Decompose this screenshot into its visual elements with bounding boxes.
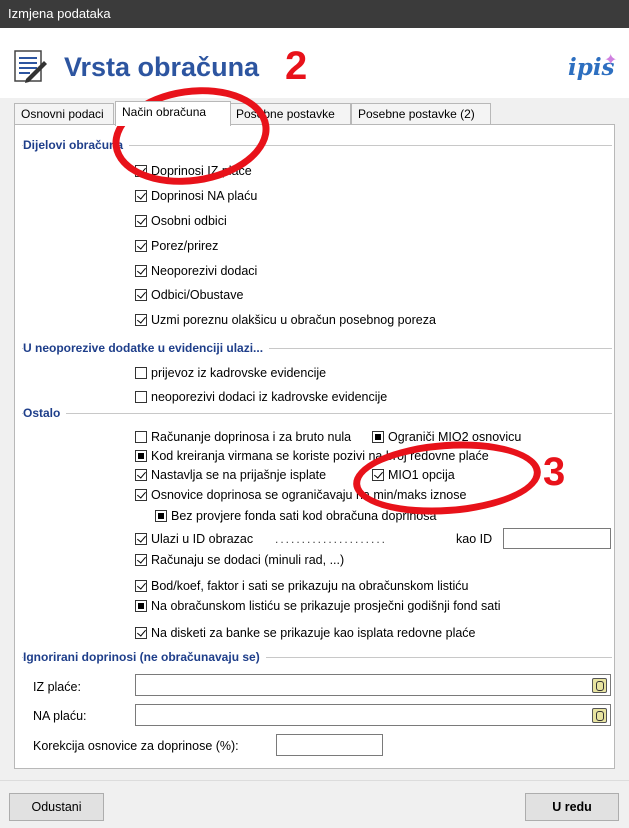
ok-button[interactable]: U redu bbox=[525, 793, 619, 821]
kao-id-label: kao ID bbox=[456, 532, 493, 546]
group-divider bbox=[22, 413, 612, 414]
annotation-number-3: 3 bbox=[543, 450, 566, 494]
tab-nacin-obracuna[interactable]: Način obračuna bbox=[115, 101, 231, 126]
leader-dots: ..................... bbox=[275, 532, 388, 546]
na-placu-label: NA plaću: bbox=[33, 709, 87, 723]
checkbox-ulazi-id-obrazac[interactable]: Ulazi u ID obrazac bbox=[135, 530, 253, 548]
tab-posebne-postavke-2[interactable]: Posebne postavke (2) bbox=[351, 103, 491, 124]
tab-posebne-postavke[interactable]: Posebne postavke bbox=[229, 103, 351, 124]
checkbox-bod-koef[interactable]: Bod/koef, faktor i sati se prikazuju na … bbox=[135, 577, 469, 595]
kao-id-input[interactable] bbox=[503, 528, 611, 549]
page-title: Vrsta obračuna bbox=[64, 52, 260, 82]
checkbox-neoporezivi-dodaci[interactable]: Neoporezivi dodaci bbox=[135, 262, 257, 280]
window-titlebar: Izmjena podataka bbox=[0, 0, 629, 28]
checkbox-neoporezivi-kadrovske[interactable]: neoporezivi dodaci iz kadrovske evidenci… bbox=[135, 388, 387, 406]
group-label-ostalo: Ostalo bbox=[23, 406, 67, 420]
korekcija-input[interactable] bbox=[276, 734, 383, 756]
korekcija-label: Korekcija osnovice za doprinose (%): bbox=[33, 739, 239, 753]
group-label-ignorirani: Ignorirani doprinosi (ne obračunavaju se… bbox=[23, 650, 266, 664]
checkbox-kod-kreiranja-virmana[interactable]: Kod kreiranja virmana se koriste pozivi … bbox=[135, 447, 489, 465]
checkbox-mio1-opcija[interactable]: MIO1 opcija bbox=[372, 466, 455, 484]
cancel-button[interactable]: Odustani bbox=[9, 793, 104, 821]
checkbox-porez-prirez[interactable]: Porez/prirez bbox=[135, 237, 218, 255]
checkbox-bez-provjere-fonda[interactable]: Bez provjere fonda sati kod obračuna dop… bbox=[155, 507, 436, 525]
browse-icon[interactable] bbox=[592, 678, 607, 693]
checkbox-prosjecni-fond-sati[interactable]: Na obračunskom listiću se prikazuje pros… bbox=[135, 597, 500, 615]
checkbox-osobni-odbici[interactable]: Osobni odbici bbox=[135, 212, 227, 230]
checkbox-racunaju-dodaci[interactable]: Računaju se dodaci (minuli rad, ...) bbox=[135, 551, 344, 569]
na-placu-input[interactable] bbox=[135, 704, 611, 726]
checkbox-doprinosi-na-placu[interactable]: Doprinosi NA plaću bbox=[135, 187, 257, 205]
browse-icon[interactable] bbox=[592, 708, 607, 723]
group-label-neoporezive: U neoporezive dodatke u evidenciji ulazi… bbox=[23, 341, 270, 355]
checkbox-porezna-olaksica[interactable]: Uzmi poreznu olakšicu u obračun posebnog… bbox=[135, 311, 436, 329]
checkbox-prijevoz[interactable]: prijevoz iz kadrovske evidencije bbox=[135, 364, 326, 382]
checkbox-nastavlja-prijasnje[interactable]: Nastavlja se na prijašnje isplate bbox=[135, 466, 326, 484]
checkbox-odbici-obustave[interactable]: Odbici/Obustave bbox=[135, 286, 243, 304]
checkbox-racunanje-bruto-nula[interactable]: Računanje doprinosa i za bruto nula bbox=[135, 428, 351, 446]
checkbox-osnovice-min-maks[interactable]: Osnovice doprinosa se ograničavaju na mi… bbox=[135, 486, 466, 504]
document-edit-icon bbox=[14, 50, 47, 83]
star-icon: ✦ bbox=[604, 52, 618, 69]
checkbox-doprinosi-iz-place[interactable]: Doprinosi IZ plaće bbox=[135, 162, 252, 180]
checkbox-disketa-banke[interactable]: Na disketi za banke se prikazuje kao isp… bbox=[135, 624, 476, 642]
iz-place-label: IZ plaće: bbox=[33, 680, 81, 694]
checkbox-ogranici-mio2[interactable]: Ograniči MIO2 osnovicu bbox=[372, 428, 521, 446]
group-label-dijelovi: Dijelovi obračuna bbox=[23, 138, 130, 152]
annotation-number-2: 2 bbox=[285, 44, 308, 88]
window-title: Izmjena podataka bbox=[8, 6, 111, 21]
tab-osnovni-podaci[interactable]: Osnovni podaci bbox=[14, 103, 114, 124]
iz-place-input[interactable] bbox=[135, 674, 611, 696]
